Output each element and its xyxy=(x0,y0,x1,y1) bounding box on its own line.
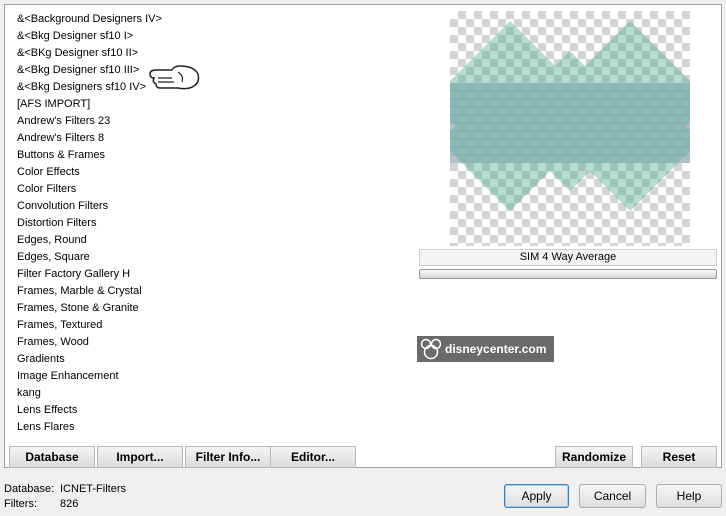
filters-status: Filters: 826 xyxy=(4,497,126,512)
randomize-button[interactable]: Randomize xyxy=(555,446,633,468)
preview-pattern xyxy=(450,21,690,211)
apply-button[interactable]: Apply xyxy=(504,484,569,508)
category-item[interactable]: Frames, Textured xyxy=(15,317,211,334)
category-item[interactable]: Color Effects xyxy=(15,164,211,181)
category-item[interactable]: Edges, Square xyxy=(15,249,211,266)
filter-list-container[interactable]: Radial Rings 01Radial Reflections 03Radi… xyxy=(211,5,411,440)
category-item[interactable]: Lens Effects xyxy=(15,402,211,419)
filters-count: 826 xyxy=(60,498,79,510)
toolbar: Database Import... Filter Info... Editor… xyxy=(5,446,721,468)
database-button[interactable]: Database xyxy=(9,446,95,468)
status-area: Database: ICNET-Filters Filters: 826 xyxy=(4,482,126,512)
watermark-text: disneycenter.com xyxy=(445,342,547,356)
category-item[interactable]: Convolution Filters xyxy=(15,198,211,215)
pointing-hand-icon xyxy=(149,65,200,90)
database-value: ICNET-Filters xyxy=(60,483,126,495)
reset-button[interactable]: Reset xyxy=(641,446,717,468)
mickey-ears-icon xyxy=(420,338,442,360)
category-item[interactable]: Frames, Marble & Crystal xyxy=(15,283,211,300)
category-item[interactable]: &<Bkg Designer sf10 I> xyxy=(15,28,211,45)
database-status: Database: ICNET-Filters xyxy=(4,482,126,497)
filters-label: Filters: xyxy=(4,498,37,510)
preview-caption: SIM 4 Way Average xyxy=(419,249,717,266)
category-item[interactable]: Frames, Stone & Granite xyxy=(15,300,211,317)
watermark: disneycenter.com xyxy=(417,336,554,362)
database-label: Database: xyxy=(4,483,55,495)
preview-progress-bar xyxy=(419,269,717,279)
category-item[interactable]: Andrew's Filters 8 xyxy=(15,130,211,147)
filter-panel: &<Background Designers IV> &<Bkg Designer… xyxy=(4,4,722,468)
category-item[interactable]: &<Background Designers IV> xyxy=(15,11,211,28)
cancel-button[interactable]: Cancel xyxy=(579,484,646,508)
category-item[interactable]: Buttons & Frames xyxy=(15,147,211,164)
editor-button[interactable]: Editor... xyxy=(270,446,356,468)
import-button[interactable]: Import... xyxy=(97,446,183,468)
category-item[interactable]: Distortion Filters xyxy=(15,215,211,232)
category-item[interactable]: Frames, Wood xyxy=(15,334,211,351)
category-item[interactable]: [AFS IMPORT] xyxy=(15,96,211,113)
category-item[interactable]: Edges, Round xyxy=(15,232,211,249)
category-item[interactable]: Image Enhancement xyxy=(15,368,211,385)
filter-info-button[interactable]: Filter Info... xyxy=(185,446,271,468)
filter-preview-image xyxy=(450,11,690,246)
category-item[interactable]: Lens Flares xyxy=(15,419,211,436)
category-item[interactable]: Color Filters xyxy=(15,181,211,198)
category-item[interactable]: Andrew's Filters 23 xyxy=(15,113,211,130)
category-item[interactable]: Filter Factory Gallery H xyxy=(15,266,211,283)
category-item[interactable]: kang xyxy=(15,385,211,402)
help-button[interactable]: Help xyxy=(656,484,722,508)
category-item[interactable]: Gradients xyxy=(15,351,211,368)
